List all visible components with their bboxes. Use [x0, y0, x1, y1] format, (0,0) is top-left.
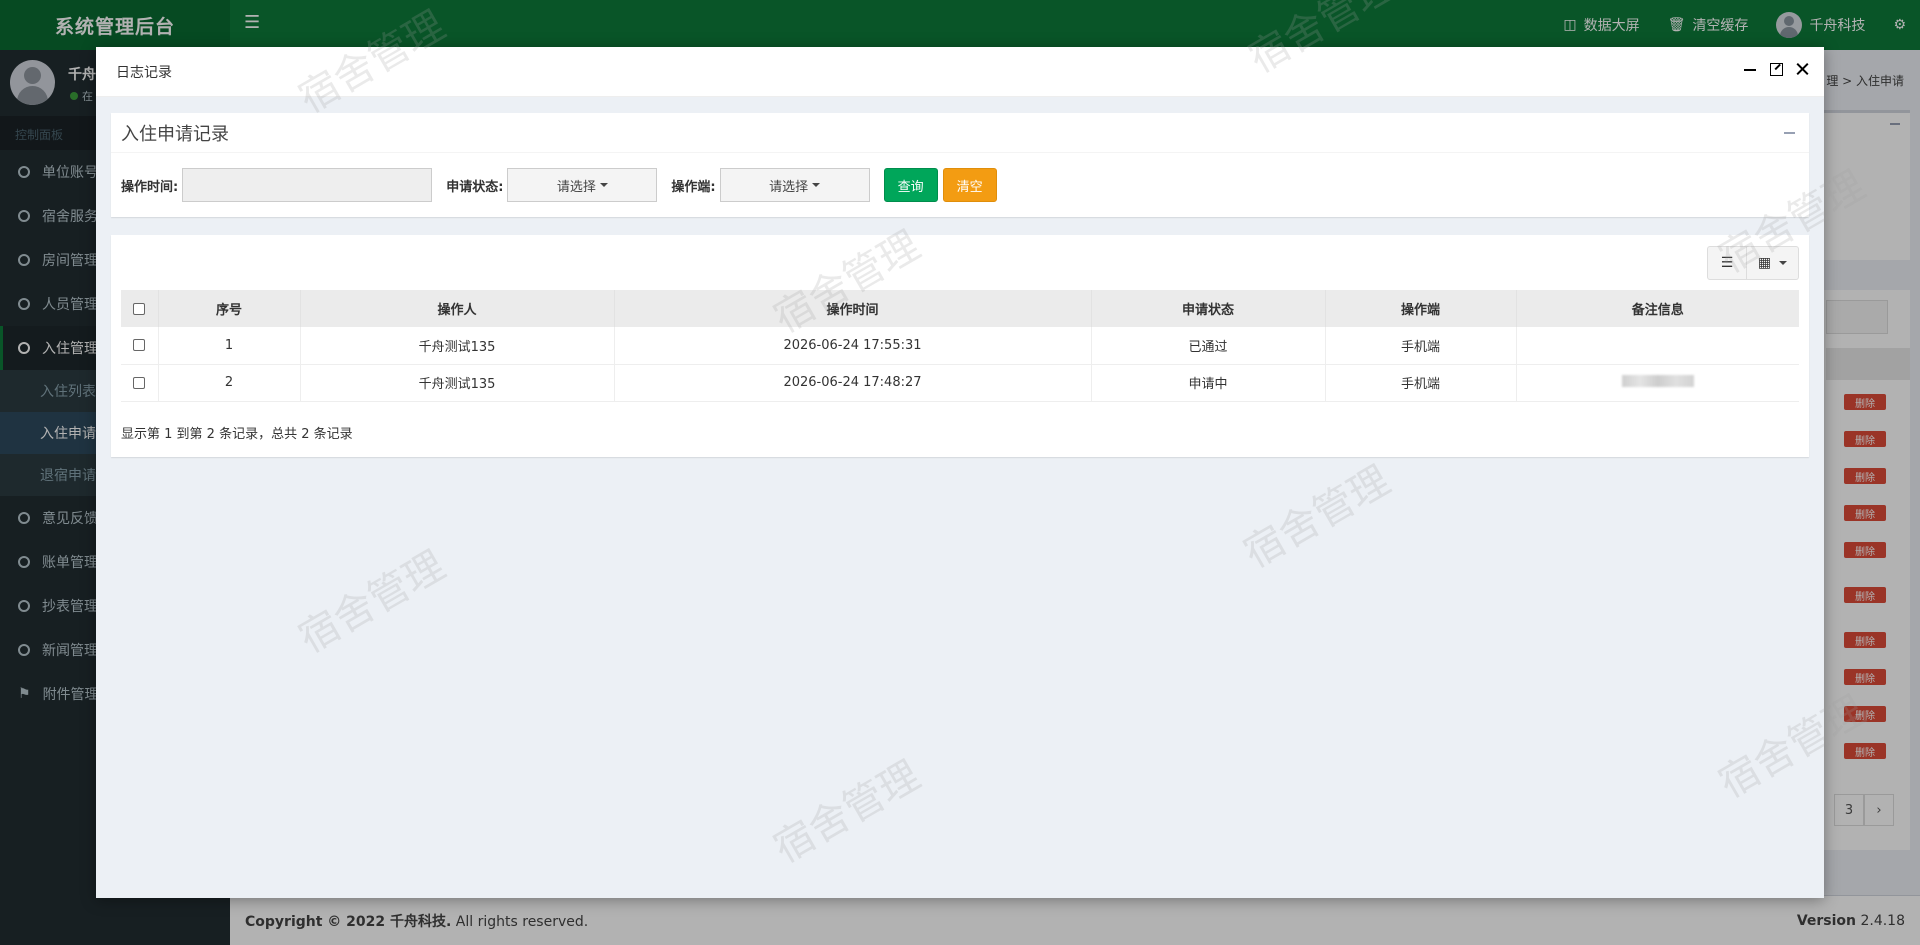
- cell-no: 1: [158, 327, 301, 365]
- close-icon[interactable]: [1794, 61, 1810, 77]
- client-select[interactable]: 请选择: [719, 168, 870, 202]
- col-client[interactable]: 操作端: [1325, 290, 1517, 327]
- time-input[interactable]: [182, 168, 433, 202]
- status-select[interactable]: 请选择: [507, 168, 658, 202]
- cell-status: 申请中: [1091, 364, 1326, 402]
- list-view-icon[interactable]: ☰: [1707, 246, 1747, 280]
- panel-title: 入住申请记录: [121, 123, 229, 145]
- clear-button[interactable]: 清空: [942, 168, 997, 202]
- panel-header: 入住申请记录: [111, 113, 1809, 153]
- log-table: 序号 操作人 操作时间 申请状态 操作端 备注信息 1 千舟测试135 2026…: [121, 290, 1799, 402]
- query-button[interactable]: 查询: [883, 168, 938, 202]
- table-panel: ☰ ▦ 序号 操作人 操作时间 申请状态 操作端 备注信息 1 千舟测试135 …: [111, 235, 1809, 457]
- maximize-icon[interactable]: [1768, 61, 1784, 77]
- table-row: 2 千舟测试135 2026-06-24 17:48:27 申请中 手机端: [121, 364, 1799, 402]
- cell-operator: 千舟测试135: [300, 327, 615, 365]
- cell-status: 已通过: [1091, 327, 1326, 365]
- grid-icon: ▦: [1757, 255, 1772, 271]
- columns-toggle-button[interactable]: ▦: [1747, 246, 1799, 280]
- select-all-cell: [121, 290, 159, 327]
- col-operator[interactable]: 操作人: [300, 290, 615, 327]
- row-select-cell: [121, 364, 159, 402]
- row-select-cell: [121, 327, 159, 365]
- cell-client: 手机端: [1325, 327, 1517, 365]
- cell-operator: 千舟测试135: [300, 364, 615, 402]
- table-toolbar: ☰ ▦: [1707, 246, 1799, 280]
- table-row: 1 千舟测试135 2026-06-24 17:55:31 已通过 手机端: [121, 327, 1799, 365]
- client-label: 操作端:: [671, 179, 716, 195]
- col-no[interactable]: 序号: [158, 290, 301, 327]
- col-time[interactable]: 操作时间: [614, 290, 1092, 327]
- modal-titlebar: 日志记录: [96, 47, 1824, 97]
- col-status[interactable]: 申请状态: [1091, 290, 1326, 327]
- table-summary: 显示第 1 到第 2 条记录，总共 2 条记录: [121, 427, 353, 442]
- status-label: 申请状态:: [446, 179, 504, 195]
- modal-title: 日志记录: [116, 64, 172, 81]
- caret-down-icon: [812, 183, 821, 187]
- table-header-row: 序号 操作人 操作时间 申请状态 操作端 备注信息: [121, 290, 1799, 327]
- minimize-icon[interactable]: [1742, 61, 1758, 77]
- cell-time: 2026-06-24 17:48:27: [614, 364, 1092, 402]
- select-all-checkbox[interactable]: [133, 302, 146, 315]
- blurred-remark: [1621, 374, 1694, 387]
- search-panel: 入住申请记录 操作时间: 申请状态: 请选择 操作端: 请选择 查询 清空: [111, 113, 1809, 217]
- cell-client: 手机端: [1325, 364, 1517, 402]
- log-modal: 日志记录 入住申请记录 操作时间: 申请状态: 请选择 操作端: 请选择 查询 …: [96, 47, 1824, 898]
- caret-down-icon: [1779, 261, 1788, 265]
- time-label: 操作时间:: [121, 179, 179, 195]
- row-checkbox[interactable]: [133, 339, 146, 352]
- collapse-icon[interactable]: [1784, 132, 1795, 134]
- cell-time: 2026-06-24 17:55:31: [614, 327, 1092, 365]
- search-form: 操作时间: 申请状态: 请选择 操作端: 请选择 查询 清空: [111, 153, 1809, 217]
- cell-remark-blurred: [1516, 364, 1799, 402]
- col-remark[interactable]: 备注信息: [1516, 290, 1799, 327]
- cell-no: 2: [158, 364, 301, 402]
- cell-remark: [1516, 327, 1799, 365]
- row-checkbox[interactable]: [133, 376, 146, 389]
- caret-down-icon: [599, 183, 608, 187]
